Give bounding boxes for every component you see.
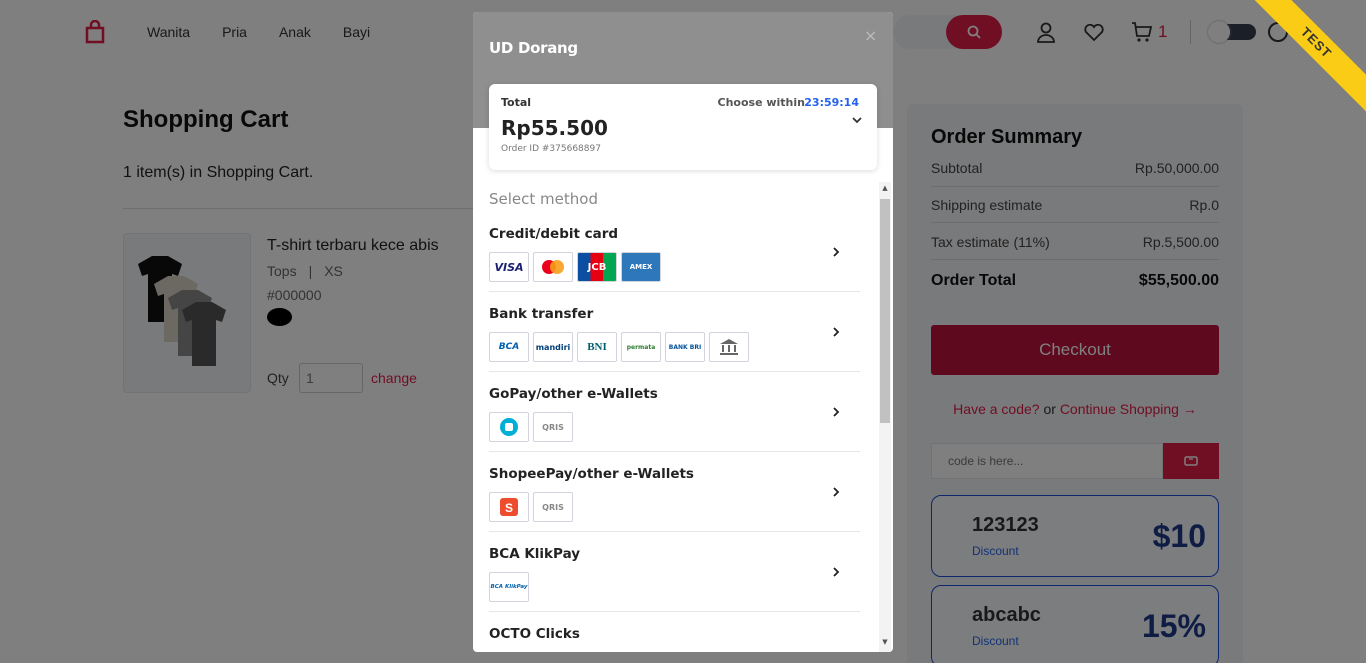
method-name: Credit/debit card <box>489 226 619 242</box>
close-icon[interactable]: × <box>864 26 877 45</box>
bca-logo: BCA <box>489 332 529 362</box>
method-logos: BCA KlikPay <box>489 572 529 602</box>
method-credit-card[interactable]: Credit/debit card VISA JCB AMEX <box>489 212 860 292</box>
qris-logo: QRIS <box>533 492 573 522</box>
method-bca-klikpay[interactable]: BCA KlikPay BCA KlikPay <box>489 532 860 612</box>
qris-logo: QRIS <box>533 412 573 442</box>
method-logos: VISA JCB AMEX <box>489 252 661 282</box>
visa-logo: VISA <box>489 252 529 282</box>
svg-text:S: S <box>505 501 513 515</box>
method-shopeepay[interactable]: ShopeePay/other e-Wallets S QRIS <box>489 452 860 532</box>
total-card[interactable]: Total Rp55.500 Order ID #375668897 Choos… <box>489 84 877 170</box>
chevron-right-icon <box>833 407 840 417</box>
method-name: Bank transfer <box>489 306 594 322</box>
method-logos: BCA mandiri BNI permata BANK BRI <box>489 332 749 362</box>
method-logos: S QRIS <box>489 492 573 522</box>
bni-logo: BNI <box>577 332 617 362</box>
merchant-name: UD Dorang <box>489 39 578 57</box>
scroll-up-icon[interactable]: ▲ <box>879 184 891 196</box>
total-label: Total <box>501 96 532 109</box>
order-id: Order ID #375668897 <box>501 144 601 154</box>
method-octo-clicks[interactable]: OCTO Clicks <box>489 612 860 652</box>
payment-modal: UD Dorang × Total Rp55.500 Order ID #375… <box>473 12 893 652</box>
choose-within-label: Choose within <box>717 96 805 109</box>
permata-logo: permata <box>621 332 661 362</box>
bri-logo: BANK BRI <box>665 332 705 362</box>
countdown-timer: 23:59:14 <box>804 96 859 109</box>
chevron-right-icon <box>833 487 840 497</box>
amex-logo: AMEX <box>621 252 661 282</box>
method-name: BCA KlikPay <box>489 546 581 562</box>
method-list: Select method Credit/debit card VISA JCB… <box>473 182 893 652</box>
chevron-down-icon[interactable] <box>851 116 863 124</box>
method-gopay[interactable]: GoPay/other e-Wallets QRIS <box>489 372 860 452</box>
mastercard-logo <box>533 252 573 282</box>
method-bank-transfer[interactable]: Bank transfer BCA mandiri BNI permata BA… <box>489 292 860 372</box>
bca-klikpay-logo: BCA KlikPay <box>489 572 529 602</box>
chevron-right-icon <box>833 247 840 257</box>
method-logos: QRIS <box>489 412 573 442</box>
method-name: OCTO Clicks <box>489 626 580 642</box>
chevron-right-icon <box>833 327 840 337</box>
mandiri-logo: mandiri <box>533 332 573 362</box>
method-name: GoPay/other e-Wallets <box>489 386 658 402</box>
chevron-right-icon <box>833 567 840 577</box>
bank-icon <box>709 332 749 362</box>
gopay-logo <box>489 412 529 442</box>
shopeepay-logo: S <box>489 492 529 522</box>
scrollbar-thumb[interactable] <box>880 199 890 423</box>
method-name: ShopeePay/other e-Wallets <box>489 466 694 482</box>
total-amount: Rp55.500 <box>501 116 608 140</box>
select-method-heading: Select method <box>489 190 598 208</box>
jcb-logo: JCB <box>577 252 617 282</box>
scroll-down-icon[interactable]: ▼ <box>879 638 891 650</box>
